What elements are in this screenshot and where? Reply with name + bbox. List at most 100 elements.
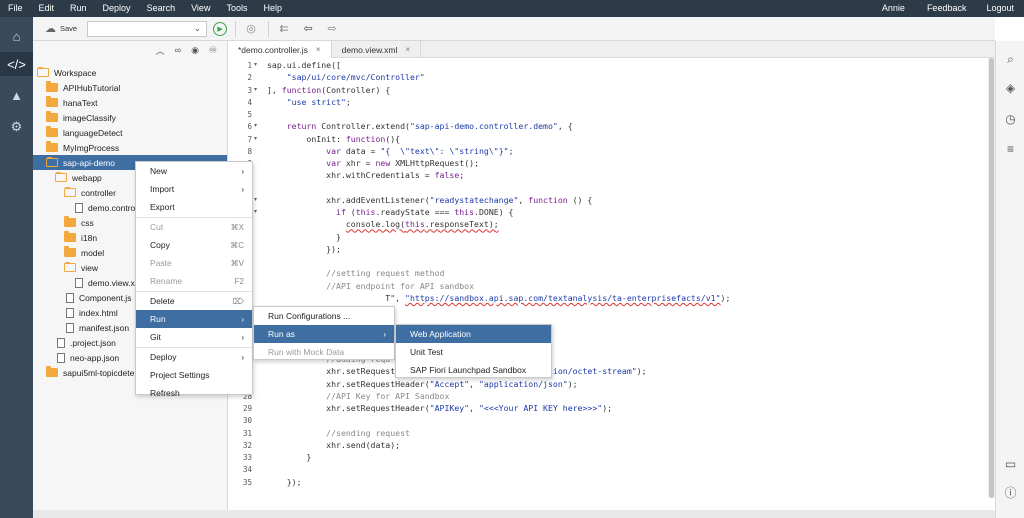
folder-icon <box>46 141 58 152</box>
api-icon[interactable]: ◈ <box>996 78 1024 98</box>
learn-icon[interactable]: ▲ <box>0 83 33 107</box>
menu-bar: File Edit Run Deploy Search View Tools H… <box>0 0 1024 17</box>
context-menu-item: Paste ⌘V <box>136 254 252 272</box>
fold-arrow-icon[interactable]: ▾ <box>254 195 257 206</box>
chevron-down-icon: ⌄ <box>193 22 202 33</box>
close-icon[interactable]: × <box>316 45 321 54</box>
tab-label: demo.view.xml <box>341 44 398 55</box>
code-line: "use strict"; <box>286 96 351 107</box>
fold-arrow-icon[interactable]: ▾ <box>254 207 257 218</box>
fold-arrow-icon[interactable]: ▾ <box>254 85 257 96</box>
search-icon[interactable]: ⌕ <box>996 49 1024 69</box>
settings-icon[interactable]: ⚙ <box>0 115 33 139</box>
tab-demo-view[interactable]: demo.view.xml × <box>332 41 422 58</box>
debug-icon[interactable]: ◎ <box>242 20 260 38</box>
folder-open-icon <box>64 262 76 272</box>
run-as-menu-item[interactable]: Web Application <box>396 325 551 343</box>
menu-item-label: Delete <box>150 296 175 306</box>
fold-arrow-icon[interactable]: ▾ <box>254 60 257 71</box>
context-menu-item[interactable]: Delete ⌦ <box>136 292 252 310</box>
context-menu-item[interactable]: New › <box>136 162 252 180</box>
scrollbar-thumb[interactable] <box>989 58 994 498</box>
user-name[interactable]: Annie <box>874 0 913 17</box>
editor-scrollbar[interactable] <box>988 58 995 498</box>
eye-icon[interactable]: ◉ <box>191 45 199 56</box>
tree-item[interactable]: APIHubTutorial <box>33 80 227 95</box>
context-menu-item[interactable]: Export <box>136 198 252 216</box>
menu-item-label: Paste <box>150 258 172 268</box>
arrow-left-icon[interactable]: ⇦ <box>299 20 317 38</box>
history-icon[interactable]: ◷ <box>996 109 1024 129</box>
feedback-link[interactable]: Feedback <box>919 0 975 17</box>
context-menu-item[interactable]: Deploy › <box>136 348 252 366</box>
context-menu-item[interactable]: Copy ⌘C <box>136 236 252 254</box>
context-menu-item[interactable]: Import › <box>136 180 252 198</box>
tree-item[interactable]: imageClassify <box>33 110 227 125</box>
tree-item-label: hanaText <box>63 97 98 108</box>
chevron-right-icon: › <box>241 332 244 342</box>
save-label: Save <box>60 24 78 33</box>
logout-link[interactable]: Logout <box>978 0 1022 17</box>
home-icon[interactable]: ⌂ <box>0 24 33 48</box>
arrow-right-icon[interactable]: ⇨ <box>323 20 341 38</box>
run-button[interactable]: ▶ <box>213 21 228 36</box>
tree-item[interactable]: languageDetect <box>33 125 227 140</box>
menu-view[interactable]: View <box>183 0 218 17</box>
menu-item-label: SAP Fiori Launchpad Sandbox <box>410 365 527 375</box>
fold-arrow-icon[interactable]: ▾ <box>254 134 257 145</box>
run-as-menu-item[interactable]: Unit Test <box>396 343 551 361</box>
save-button[interactable]: ☁ Save <box>39 20 83 38</box>
code-line: "sap/ui/core/mvc/Controller" <box>286 72 425 83</box>
code-line: ], function(Controller) { <box>267 84 391 95</box>
info-icon[interactable]: ⓘ <box>996 482 1024 502</box>
run-config-select[interactable]: ⌄ <box>87 20 208 37</box>
code-editor[interactable]: 1▾23▾456▾7▾89101112▾13▾14151617181920212… <box>228 58 995 518</box>
fold-arrow-icon[interactable]: ▾ <box>254 121 257 132</box>
menu-edit[interactable]: Edit <box>31 0 63 17</box>
right-sidebar: ⌕ ◈ ◷ ≡ ▭ ⓘ <box>995 41 1024 518</box>
tree-item[interactable]: hanaText <box>33 95 227 110</box>
context-menu-item[interactable]: Project Settings <box>136 366 252 384</box>
folder-icon <box>46 111 58 122</box>
shortcut-label: F2 <box>234 276 244 286</box>
console-icon[interactable]: ▭ <box>996 454 1024 474</box>
menu-file[interactable]: File <box>0 0 31 17</box>
context-menu-item[interactable]: Run › <box>136 310 252 328</box>
chevron-right-icon: › <box>241 184 244 194</box>
menu-deploy[interactable]: Deploy <box>95 0 139 17</box>
history-back-icon[interactable]: ⇇ <box>275 20 293 38</box>
file-icon <box>75 202 83 213</box>
menu-help[interactable]: Help <box>255 0 290 17</box>
link-icon[interactable]: ∞ <box>175 45 181 55</box>
tab-demo-controller[interactable]: *demo.controller.js × <box>228 41 332 58</box>
collapse-icon[interactable]: ︿ <box>156 44 165 57</box>
horizontal-scrollbar[interactable] <box>33 510 995 518</box>
run-menu-item[interactable]: Run as › <box>254 325 394 343</box>
tree-item-label: index.html <box>79 307 118 318</box>
run-menu-item[interactable]: Run Configurations ... <box>254 307 394 325</box>
outline-icon[interactable]: ≡ <box>996 139 1024 159</box>
folder-open-icon <box>46 157 58 167</box>
context-menu-item[interactable]: Refresh <box>136 384 252 402</box>
tab-label: *demo.controller.js <box>238 44 308 55</box>
tree-item[interactable]: MyImgProcess <box>33 140 227 155</box>
menu-run[interactable]: Run <box>62 0 95 17</box>
cloud-icon: ☁ <box>45 23 56 35</box>
close-icon[interactable]: × <box>405 45 410 54</box>
code-line: xhr.send(data); <box>267 439 401 450</box>
menu-search[interactable]: Search <box>139 0 184 17</box>
code-line: var data = "{ \"text\": \"string\"}"; <box>326 145 514 156</box>
shortcut-label: ⌦ <box>232 296 244 306</box>
code-line: //API Key for API Sandbox <box>326 390 450 401</box>
menu-tools[interactable]: Tools <box>218 0 255 17</box>
tree-item[interactable]: Workspace <box>33 65 227 80</box>
code-line: T", "https://sandbox.api.sap.com/textana… <box>267 292 731 303</box>
tree-item-label: demo.contro <box>88 202 136 213</box>
file-icon <box>66 292 74 303</box>
code-icon[interactable]: </> <box>0 52 33 76</box>
context-menu-item[interactable]: Git › <box>136 328 252 346</box>
code-line: //API endpoint for API sandbox <box>326 280 475 291</box>
binoculars-icon[interactable]: ♾ <box>209 45 217 56</box>
shortcut-label: ⌘V <box>230 258 244 268</box>
run-as-menu-item[interactable]: SAP Fiori Launchpad Sandbox <box>396 361 551 379</box>
